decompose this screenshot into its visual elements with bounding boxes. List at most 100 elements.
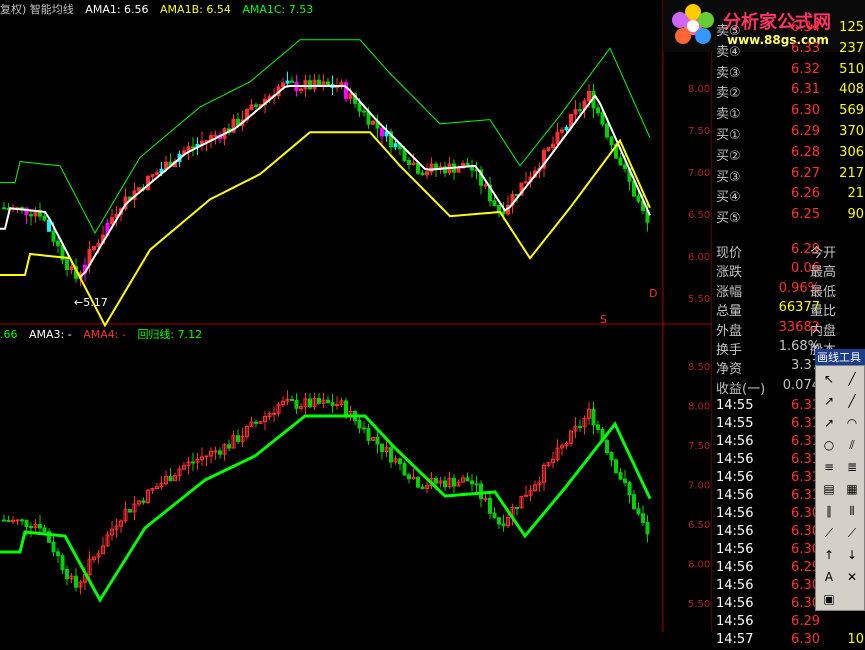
- orderbook-row: 卖① 6.30 569: [714, 103, 865, 123]
- candle-body: [375, 436, 380, 445]
- orderbook-row: 卖③ 6.32 510: [714, 62, 865, 81]
- text-tool-icon[interactable]: A: [819, 568, 839, 586]
- candle-body: [402, 463, 407, 476]
- candle-body: [380, 443, 384, 453]
- axis-tick-label: 5.50: [688, 599, 710, 610]
- candle-body: [393, 143, 398, 148]
- pointer-tool-icon[interactable]: ↖: [819, 370, 839, 388]
- orderbook-row: 买③ 6.27 217: [714, 166, 865, 185]
- row-label: 卖①: [716, 107, 741, 123]
- row-volume: 306: [839, 144, 864, 160]
- orderbook-row: 买⑤ 6.25 90: [714, 207, 865, 227]
- arrow-line-tool-icon[interactable]: ↗: [819, 414, 839, 432]
- candle-body: [69, 266, 74, 271]
- row-label: 14:55: [716, 416, 754, 431]
- orderbook-row: 买① 6.29 370: [714, 124, 865, 143]
- candle-body: [29, 526, 33, 529]
- row-volume: 237: [839, 40, 864, 56]
- candle-body: [609, 136, 614, 146]
- axis-tick-label: 7.00: [688, 481, 710, 492]
- row-price: 6.31: [791, 398, 820, 413]
- parallel-tool-icon[interactable]: ≣: [842, 458, 862, 476]
- candle-body: [425, 171, 429, 176]
- candle-body: [605, 123, 609, 138]
- grid-tool-icon[interactable]: ▦: [842, 480, 862, 498]
- row-label: 14:56: [716, 560, 754, 575]
- orderbook-row: 卖② 6.31 408: [714, 82, 865, 101]
- kline-chart[interactable]: ←5.17 D S 8.00 7.50 7.00 6.50 6.00 5.50 8.50 8.…: [0, 0, 712, 632]
- orderbook-row: 买② 6.28 306: [714, 144, 865, 164]
- candle-body: [362, 110, 366, 113]
- candle-body: [236, 435, 240, 442]
- segment-tool-icon[interactable]: ╱: [842, 392, 862, 410]
- circle-tool-icon[interactable]: ○: [819, 436, 839, 454]
- arc-tool-icon[interactable]: ◠: [842, 414, 862, 432]
- drawing-toolbox[interactable]: ↖ ╱ ↗ ╱ ↗ ◠ ○ ⫽ ≡ ≣ ▤ ▦ ∥ ⦀ ⟋ ⟋ ↑ ↓ A ✕ …: [815, 365, 865, 611]
- row-price: 6.31: [791, 488, 820, 503]
- candle-body: [191, 461, 195, 464]
- channel-tool-icon[interactable]: ⫽: [842, 436, 862, 454]
- fibonacci-tool-icon[interactable]: ≡: [819, 458, 839, 476]
- delete-tool-icon[interactable]: ✕: [842, 568, 862, 586]
- candle-body: [51, 230, 56, 242]
- row-volume: 10: [847, 632, 864, 647]
- up-arrow-tool-icon[interactable]: ↑: [819, 546, 839, 564]
- candle-body: [371, 120, 375, 125]
- quote-row: 涨跌 0.06 最高: [714, 261, 865, 280]
- row-price: 6.31: [791, 452, 820, 467]
- candle-body: [515, 506, 519, 509]
- candle-body: [191, 146, 195, 149]
- gann-tool-icon[interactable]: ▤: [819, 480, 839, 498]
- row-label: 14:56: [716, 506, 754, 521]
- candle-body: [227, 444, 231, 449]
- candle-body: [51, 541, 56, 553]
- row-label: 14:57: [716, 632, 754, 647]
- candle-body: [641, 513, 645, 524]
- candle-body: [15, 519, 20, 522]
- candle-body: [6, 520, 11, 523]
- cycle-tool-icon[interactable]: ⦀: [842, 502, 862, 520]
- candle-body: [2, 207, 6, 210]
- line-tool-icon[interactable]: ╱: [842, 370, 862, 388]
- down-arrow-tool-icon[interactable]: ↓: [842, 546, 862, 564]
- row-price: 6.30: [791, 596, 820, 611]
- row-volume: 569: [839, 103, 864, 119]
- save-tool-icon[interactable]: ▣: [819, 590, 839, 608]
- candle-body: [474, 483, 479, 486]
- row-label: 买④: [716, 190, 741, 206]
- candle-body: [420, 172, 425, 176]
- candle-body: [128, 509, 132, 513]
- candle-body: [587, 91, 591, 102]
- candle-body: [636, 508, 641, 515]
- axis-tick-label: 5.50: [688, 294, 710, 305]
- row-label: 买⑤: [716, 211, 741, 227]
- row-price: 6.30: [791, 578, 820, 593]
- row-label: 买①: [716, 128, 741, 143]
- candle-body: [623, 164, 627, 170]
- ray-tool-icon[interactable]: ↗: [819, 392, 839, 410]
- candle-body: [204, 455, 209, 458]
- candle-body: [416, 476, 420, 488]
- candle-body: [605, 439, 609, 453]
- candle-body: [420, 486, 425, 489]
- candle-body: [627, 482, 632, 496]
- candle-body: [591, 408, 596, 426]
- period-tool-icon[interactable]: ∥: [819, 502, 839, 520]
- candle-body: [488, 497, 492, 514]
- speed-fan-tool-icon[interactable]: ⟋: [842, 524, 862, 542]
- candle-body: [483, 184, 488, 187]
- candle-body: [501, 211, 506, 215]
- candle-body: [281, 82, 285, 88]
- ama1-line: [0, 85, 651, 279]
- row-label: 14:56: [716, 542, 754, 557]
- drawing-toolbox-title[interactable]: 画线工具: [815, 349, 865, 365]
- s-marker: S: [600, 313, 607, 326]
- row-volume: 今开: [810, 246, 837, 261]
- candle-body: [357, 102, 362, 112]
- row-label: 外盘: [716, 323, 743, 339]
- row-volume: 125: [839, 20, 864, 35]
- row-price: 0.074: [782, 377, 820, 393]
- candle-body: [326, 81, 330, 86]
- row-price: 6.34: [791, 20, 820, 35]
- fan-tool-icon[interactable]: ⟋: [819, 524, 839, 542]
